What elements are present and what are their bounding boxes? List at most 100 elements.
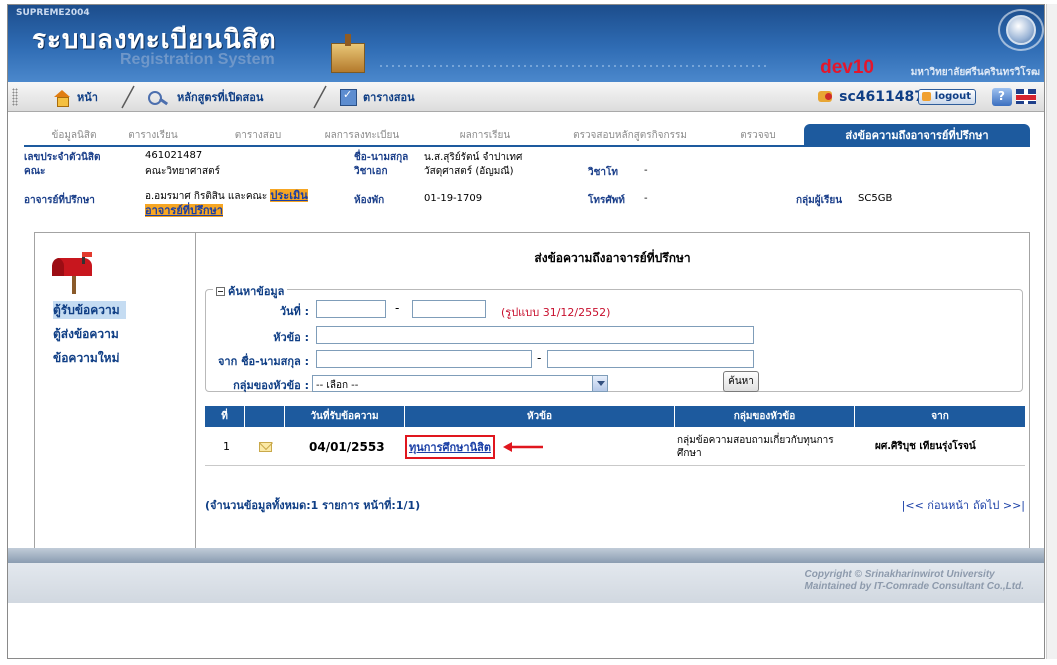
search-legend[interactable]: ค้นหาข้อมูล	[213, 282, 288, 300]
chevron-down-icon[interactable]	[592, 376, 607, 391]
col-header-from: จาก	[855, 406, 1025, 427]
user-id-label: sc4611487	[839, 89, 924, 105]
header-banner: SUPREME2004 ระบบลงทะเบียนนิสิต Registrat…	[8, 5, 1044, 82]
advisor-value: อ.อมรมาศ กิรติสิน และคณะ	[145, 191, 268, 202]
advisor-label: อาจารย์ที่ปรึกษา	[24, 195, 95, 206]
pagination: |<< ก่อนหน้า ถัดไป >>|	[902, 496, 1025, 514]
sidebar-item-new-message[interactable]: ข้อความใหม่	[53, 349, 120, 367]
tab-class-schedule[interactable]: ตารางเรียน	[122, 126, 184, 145]
student-id-value: 461021487	[145, 150, 203, 161]
sidebar-item-inbox[interactable]: ตู้รับข้อความ	[53, 301, 126, 319]
room-label: ห้องพัก	[354, 195, 385, 206]
search-legend-label: ค้นหาข้อมูล	[228, 285, 285, 298]
date-format-hint: (รูปแบบ 31/12/2552)	[501, 306, 611, 319]
date-to-input[interactable]	[412, 300, 486, 318]
globe-icon	[1006, 15, 1036, 45]
phone-label: โทรศัพท์	[588, 195, 625, 206]
name-value: น.ส.สุริย์รัตน์ จำปาเทศ	[424, 152, 523, 163]
page-title: ส่งข้อความถึงอาจารย์ที่ปรึกษา	[534, 251, 691, 265]
date-from-input[interactable]	[316, 300, 386, 318]
server-label: dev10	[820, 57, 874, 78]
nav-home[interactable]: หน้า	[52, 88, 98, 107]
maintainer-line: Maintained by IT-Comrade Consultant Co.,…	[804, 581, 1024, 592]
subject-input[interactable]	[316, 326, 754, 344]
nav-schedule[interactable]: ตารางสอน	[338, 88, 415, 106]
name-dash: -	[537, 351, 542, 365]
tab-grades[interactable]: ผลการเรียน	[450, 126, 520, 145]
user-id: sc4611487	[816, 88, 924, 106]
row-date: 04/01/2553	[309, 439, 385, 454]
tab-registration-result[interactable]: ผลการลงทะเบียน	[314, 126, 410, 145]
tab-student-info[interactable]: ข้อมูลนิสิต	[44, 126, 104, 145]
table-row[interactable]: 1 04/01/2553 ทุนการศึกษานิสิต กลุ่มข้อคว…	[205, 427, 1025, 466]
row-group: กลุ่มข้อความสอบถามเกี่ยวกับทุนการศึกษา	[677, 434, 834, 459]
col-header-icon	[245, 406, 285, 427]
date-dash: -	[395, 301, 400, 315]
col-header-subject: หัวข้อ	[405, 406, 675, 427]
copyright-text: Copyright © Srinakharinwirot University …	[805, 569, 1024, 593]
subject-link[interactable]: ทุนการศึกษานิสิต	[405, 434, 495, 459]
tab-message-advisor[interactable]: ส่งข้อความถึงอาจารย์ที่ปรึกษา	[804, 124, 1030, 145]
tab-graduation-check[interactable]: ตรวจจบ	[730, 126, 786, 145]
building-logo-icon	[331, 34, 365, 73]
room-value: 01-19-1709	[424, 193, 483, 204]
help-icon[interactable]	[992, 88, 1012, 106]
nav-home-label: หน้า	[77, 91, 98, 104]
group-select-value: -- เลือก --	[316, 380, 359, 391]
home-icon	[52, 88, 72, 107]
nav-courses[interactable]: หลักสูตรที่เปิดสอน	[146, 88, 263, 106]
prev-page-link[interactable]: |<< ก่อนหน้า	[902, 496, 969, 514]
group-select[interactable]: -- เลือก --	[312, 375, 608, 392]
group-label: กลุ่มของหัวข้อ :	[233, 379, 309, 392]
message-panel: ตู้รับข้อความ ตู้ส่งข้อความ ข้อความใหม่ …	[34, 232, 1030, 550]
row-icon-cell	[259, 427, 285, 466]
schedule-icon	[338, 88, 358, 106]
sidebar-item-outbox[interactable]: ตู้ส่งข้อความ	[53, 325, 119, 343]
tab-underline	[24, 145, 1030, 147]
study-group-label: กลุ่มผู้เรียน	[796, 195, 843, 206]
col-header-date: วันที่รับข้อความ	[285, 406, 405, 427]
minor-value: -	[644, 165, 648, 176]
major-value: วัสดุศาสตร์ (อัญมณี)	[424, 166, 514, 177]
collapse-icon[interactable]	[216, 286, 225, 296]
from-lastname-input[interactable]	[547, 350, 754, 368]
date-label: วันที่ :	[279, 305, 309, 318]
major-label: วิชาเอก	[354, 166, 388, 177]
copyright-line: Copyright © Srinakharinwirot University	[804, 569, 995, 580]
minor-label: วิชาโท	[588, 167, 618, 178]
decorative-dots	[378, 63, 768, 71]
annotation-arrow-icon	[502, 441, 543, 452]
mailbox-icon	[51, 250, 98, 296]
brand-label: SUPREME2004	[16, 8, 90, 18]
message-sidebar: ตู้รับข้อความ ตู้ส่งข้อความ ข้อความใหม่	[35, 233, 196, 549]
subject-label: หัวข้อ :	[273, 331, 309, 344]
advisor-info: อ.อมรมาศ กิรติสิน และคณะ ประเมินอาจารย์ท…	[145, 189, 331, 219]
envelope-icon	[259, 441, 272, 452]
row-subject-cell: ทุนการศึกษานิสิต	[405, 427, 675, 466]
faculty-label: คณะ	[24, 166, 46, 177]
system-subtitle: Registration System	[120, 51, 275, 68]
page-scrollbar[interactable]	[1046, 4, 1057, 659]
nav-separator	[310, 84, 330, 110]
nav-schedule-label: ตารางสอน	[363, 91, 415, 104]
from-firstname-input[interactable]	[316, 350, 532, 368]
logout-button[interactable]: logout	[917, 89, 976, 105]
col-header-group: กลุ่มของหัวข้อ	[675, 406, 855, 427]
next-page-link[interactable]: ถัดไป >>|	[973, 496, 1025, 514]
english-flag-icon[interactable]	[1016, 89, 1036, 104]
from-name-label: จาก ชื่อ-นามสกุล :	[217, 355, 309, 368]
student-id-label: เลขประจำตัวนิสิต	[24, 152, 101, 163]
grip-handle-icon	[12, 88, 18, 106]
nav-separator	[118, 84, 138, 110]
name-label: ชื่อ-นามสกุล	[354, 152, 409, 163]
tab-bar: ข้อมูลนิสิต ตารางเรียน ตารางสอบ ผลการลงท…	[44, 124, 1044, 145]
tab-exam-schedule[interactable]: ตารางสอบ	[228, 126, 288, 145]
user-icon	[816, 88, 836, 106]
phone-value: -	[644, 193, 648, 204]
row-from: ผศ.ศิริบุช เทียนรุ่งโรจน์	[875, 441, 976, 452]
study-group-value: SC5GB	[858, 193, 893, 204]
tab-activity-check[interactable]: ตรวจสอบหลักสูตรกิจกรรม	[552, 126, 708, 145]
search-button[interactable]: ค้นหา	[723, 371, 759, 392]
footer-divider	[8, 548, 1044, 563]
row-no: 1	[223, 440, 230, 453]
